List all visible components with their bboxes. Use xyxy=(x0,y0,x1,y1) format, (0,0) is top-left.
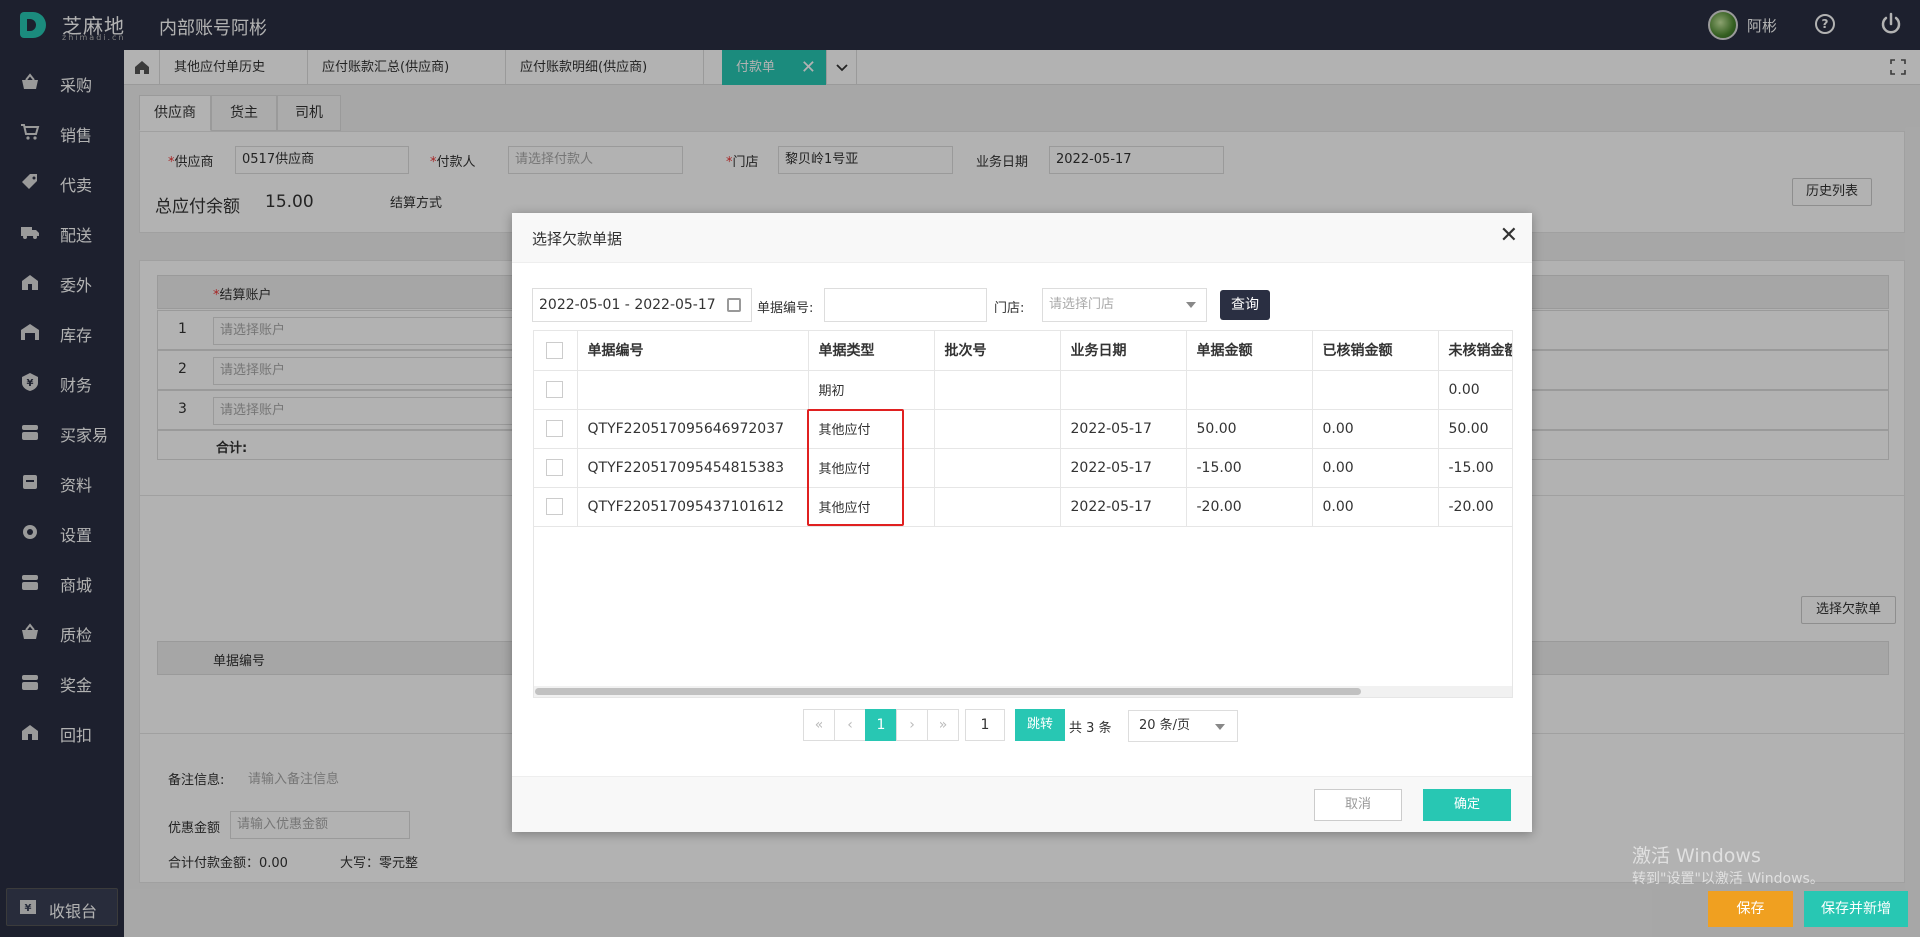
windows-watermark-title: 激活 Windows xyxy=(1632,845,1761,867)
cell-unverified: 0.00 xyxy=(1438,370,1512,410)
table-row[interactable]: 期初 0.00 xyxy=(534,370,1512,410)
modal-footer: 取消 确定 xyxy=(512,776,1532,832)
store-label: 门店: xyxy=(994,301,1025,316)
windows-watermark-sub: 转到"设置"以激活 Windows。 xyxy=(1632,871,1824,887)
row-select-cell xyxy=(534,448,578,488)
cell-batch xyxy=(934,448,1061,488)
chevron-down-icon xyxy=(1215,724,1225,730)
debt-table: 单据编号 单据类型 批次号 业务日期 单据金额 已核销金额 未核销金额 期初 0… xyxy=(534,331,1512,527)
cell-amount: 50.00 xyxy=(1186,409,1313,449)
cell-doc-no: QTYF220517095454815383 xyxy=(577,448,809,488)
table-row[interactable]: QTYF220517095437101612 其他应付 2022-05-17 -… xyxy=(534,487,1512,527)
chevron-down-icon xyxy=(1186,302,1196,308)
table-header-row: 单据编号 单据类型 批次号 业务日期 单据金额 已核销金额 未核销金额 xyxy=(534,331,1512,371)
store-select[interactable]: 请选择门店 xyxy=(1042,288,1207,322)
page-size-value: 20 条/页 xyxy=(1139,718,1191,733)
table-row[interactable]: QTYF220517095646972037 其他应付 2022-05-17 5… xyxy=(534,409,1512,449)
row-checkbox[interactable] xyxy=(546,498,563,515)
page-jump-button[interactable]: 跳转 xyxy=(1015,709,1065,741)
cell-batch xyxy=(934,370,1061,410)
doc-no-label: 单据编号: xyxy=(757,301,814,316)
col-doc-no: 单据编号 xyxy=(577,331,809,371)
col-unverified: 未核销金额 xyxy=(1438,331,1512,371)
cancel-button[interactable]: 取消 xyxy=(1314,789,1402,821)
col-verified: 已核销金额 xyxy=(1312,331,1439,371)
save-button[interactable]: 保存 xyxy=(1708,891,1793,927)
select-all-checkbox[interactable] xyxy=(546,341,563,359)
cell-doc-no: QTYF220517095437101612 xyxy=(577,487,809,527)
cell-unverified: -20.00 xyxy=(1438,487,1512,527)
page-jump-input[interactable]: 1 xyxy=(965,709,1005,741)
page-size-select[interactable]: 20 条/页 xyxy=(1128,710,1238,742)
cell-unverified: -15.00 xyxy=(1438,448,1512,488)
next-page-button[interactable]: › xyxy=(896,709,928,741)
total-count: 共 3 条 xyxy=(1069,721,1112,736)
select-all-cell xyxy=(534,331,578,371)
cell-verified: 0.00 xyxy=(1312,487,1439,527)
row-checkbox[interactable] xyxy=(546,459,563,476)
calendar-icon xyxy=(727,298,741,312)
horizontal-scrollbar[interactable] xyxy=(535,688,1361,695)
cell-amount: -20.00 xyxy=(1186,487,1313,527)
cell-doc-no: QTYF220517095646972037 xyxy=(577,409,809,449)
col-type: 单据类型 xyxy=(808,331,935,371)
col-date: 业务日期 xyxy=(1060,331,1187,371)
cell-unverified: 50.00 xyxy=(1438,409,1512,449)
table-row[interactable]: QTYF220517095454815383 其他应付 2022-05-17 -… xyxy=(534,448,1512,488)
row-select-cell xyxy=(534,487,578,527)
cell-date: 2022-05-17 xyxy=(1060,487,1187,527)
query-button[interactable]: 查询 xyxy=(1220,290,1270,320)
cell-verified: 0.00 xyxy=(1312,448,1439,488)
current-page-button[interactable]: 1 xyxy=(865,709,897,741)
prev-page-button[interactable]: ‹ xyxy=(834,709,866,741)
debt-grid: 单据编号 单据类型 批次号 业务日期 单据金额 已核销金额 未核销金额 期初 0… xyxy=(533,330,1513,698)
cell-verified xyxy=(1312,370,1439,410)
col-batch: 批次号 xyxy=(934,331,1061,371)
col-amount: 单据金额 xyxy=(1186,331,1313,371)
cell-date: 2022-05-17 xyxy=(1060,409,1187,449)
store-placeholder: 请选择门店 xyxy=(1049,297,1115,312)
cell-batch xyxy=(934,409,1061,449)
cell-batch xyxy=(934,487,1061,527)
date-range-value: 2022-05-01 - 2022-05-17 xyxy=(539,297,716,313)
cell-amount xyxy=(1186,370,1313,410)
cell-date: 2022-05-17 xyxy=(1060,448,1187,488)
confirm-button[interactable]: 确定 xyxy=(1423,789,1511,821)
close-icon[interactable]: ✕ xyxy=(1500,223,1518,248)
last-page-button[interactable]: » xyxy=(927,709,959,741)
cell-type: 期初 xyxy=(808,370,935,410)
row-select-cell xyxy=(534,409,578,449)
modal-title: 选择欠款单据 xyxy=(532,230,623,248)
cell-doc-no xyxy=(577,370,809,410)
highlight-annotation xyxy=(807,409,904,526)
save-and-new-button[interactable]: 保存并新增 xyxy=(1804,891,1908,927)
doc-no-input[interactable] xyxy=(824,288,987,322)
select-debt-modal: 选择欠款单据 ✕ 2022-05-01 - 2022-05-17 单据编号: 门… xyxy=(512,213,1532,832)
modal-header: 选择欠款单据 ✕ xyxy=(512,213,1532,263)
row-select-cell xyxy=(534,370,578,410)
first-page-button[interactable]: « xyxy=(803,709,835,741)
date-range-input[interactable]: 2022-05-01 - 2022-05-17 xyxy=(532,288,752,322)
cell-date xyxy=(1060,370,1187,410)
row-checkbox[interactable] xyxy=(546,381,563,398)
cell-amount: -15.00 xyxy=(1186,448,1313,488)
cell-verified: 0.00 xyxy=(1312,409,1439,449)
row-checkbox[interactable] xyxy=(546,420,563,437)
